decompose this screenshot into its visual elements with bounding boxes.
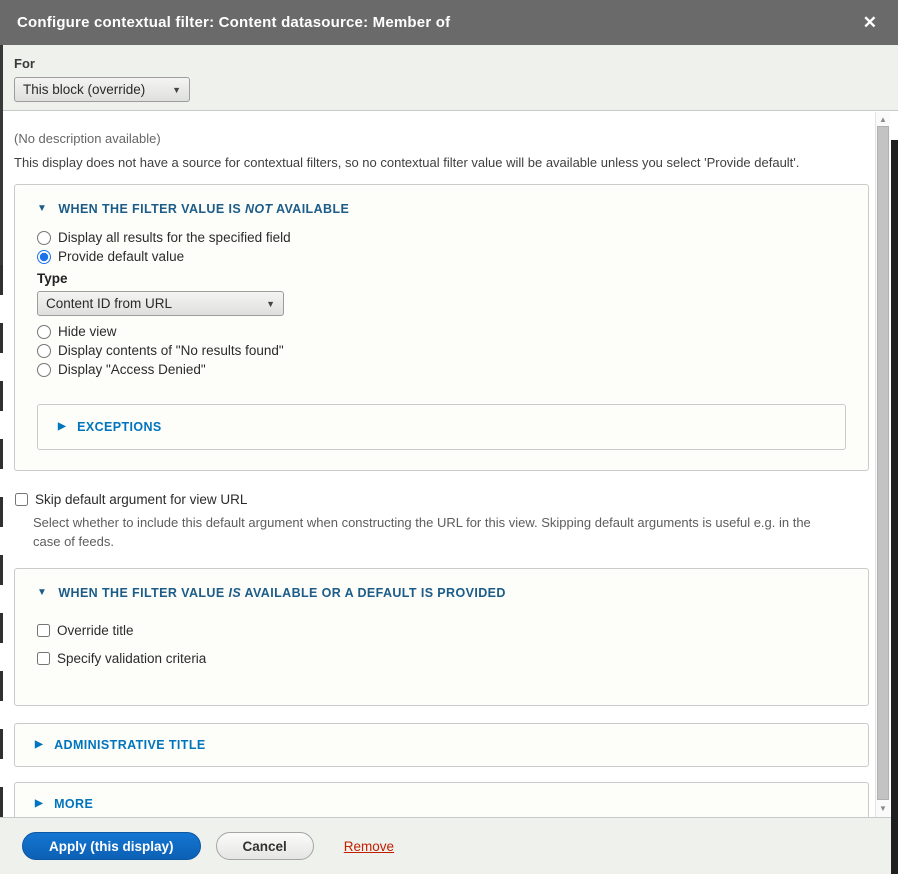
more-title-text: MORE (54, 797, 93, 811)
administrative-title-panel: ▶ ADMINISTRATIVE TITLE (14, 723, 869, 767)
radio-row-access-denied: Display "Access Denied" (37, 362, 854, 377)
filter-available-legend[interactable]: ▼ WHEN THE FILTER VALUE IS AVAILABLE OR … (29, 583, 854, 610)
radio-row-provide-default: Provide default value (37, 249, 854, 264)
no-results-label[interactable]: Display contents of "No results found" (58, 343, 284, 358)
override-title-label[interactable]: Override title (57, 623, 134, 638)
collapse-icon: ▼ (37, 588, 47, 598)
more-legend[interactable]: ▶ MORE (29, 795, 854, 813)
more-panel: ▶ MORE (14, 782, 869, 817)
filter-not-available-legend[interactable]: ▼ WHEN THE FILTER VALUE IS NOT AVAILABLE (29, 199, 854, 226)
scroll-down-icon[interactable]: ▼ (876, 802, 890, 815)
collapse-icon: ▼ (37, 204, 47, 214)
no-results-radio[interactable] (37, 344, 51, 358)
remove-link[interactable]: Remove (344, 839, 394, 854)
for-section: For This block (override) ▼ (0, 45, 898, 111)
validation-criteria-row: Specify validation criteria (37, 651, 854, 666)
override-title-row: Override title (37, 623, 854, 638)
page-behind-right-edge (891, 140, 898, 874)
radio-row-no-results: Display contents of "No results found" (37, 343, 854, 358)
radio-row-hide-view: Hide view (37, 324, 854, 339)
expand-icon: ▶ (35, 799, 43, 809)
hide-view-label[interactable]: Hide view (58, 324, 117, 339)
dialog-content: (No description available) This display … (0, 112, 875, 817)
scrollbar-thumb[interactable] (877, 126, 889, 800)
hide-view-radio[interactable] (37, 325, 51, 339)
access-denied-radio[interactable] (37, 363, 51, 377)
dialog-footer: Apply (this display) Cancel Remove (0, 817, 898, 874)
no-description-text: (No description available) (14, 131, 875, 146)
skip-default-checkbox[interactable] (15, 493, 28, 506)
select-arrow-icon: ▼ (172, 85, 181, 95)
contextual-filter-dialog: Configure contextual filter: Content dat… (0, 0, 898, 874)
provide-default-radio[interactable] (37, 250, 51, 264)
skip-default-row: Skip default argument for view URL (15, 492, 875, 507)
filter-available-panel: ▼ WHEN THE FILTER VALUE IS AVAILABLE OR … (14, 568, 869, 706)
radio-row-display-all: Display all results for the specified fi… (37, 230, 854, 245)
filter-not-available-title: WHEN THE FILTER VALUE IS NOT AVAILABLE (58, 202, 349, 216)
display-all-label[interactable]: Display all results for the specified fi… (58, 230, 291, 245)
provide-default-label[interactable]: Provide default value (58, 249, 184, 264)
for-select-value: This block (override) (23, 82, 145, 97)
cancel-button[interactable]: Cancel (216, 832, 314, 860)
type-select-value: Content ID from URL (46, 296, 172, 311)
apply-button[interactable]: Apply (this display) (22, 832, 201, 860)
page-behind-left-edge-segments (0, 265, 3, 823)
vertical-scrollbar[interactable]: ▲ ▼ (875, 112, 890, 817)
filter-available-title: WHEN THE FILTER VALUE IS AVAILABLE OR A … (58, 586, 505, 600)
validation-criteria-label[interactable]: Specify validation criteria (57, 651, 206, 666)
exceptions-legend[interactable]: ▶ EXCEPTIONS (52, 418, 831, 436)
type-select[interactable]: Content ID from URL ▼ (37, 291, 284, 316)
exceptions-title: EXCEPTIONS (77, 420, 162, 434)
scroll-up-icon[interactable]: ▲ (876, 113, 890, 126)
close-icon[interactable]: ✕ (859, 12, 881, 33)
exceptions-panel: ▶ EXCEPTIONS (37, 404, 846, 450)
type-label: Type (37, 271, 854, 286)
skip-default-label[interactable]: Skip default argument for view URL (35, 492, 247, 507)
validation-criteria-checkbox[interactable] (37, 652, 50, 665)
dialog-titlebar: Configure contextual filter: Content dat… (0, 0, 898, 45)
display-all-radio[interactable] (37, 231, 51, 245)
expand-icon: ▶ (35, 740, 43, 750)
access-denied-label[interactable]: Display "Access Denied" (58, 362, 206, 377)
override-title-checkbox[interactable] (37, 624, 50, 637)
for-select[interactable]: This block (override) ▼ (14, 77, 190, 102)
administrative-title-text: ADMINISTRATIVE TITLE (54, 738, 206, 752)
administrative-title-legend[interactable]: ▶ ADMINISTRATIVE TITLE (29, 736, 854, 754)
page-behind-left-edge (0, 45, 3, 265)
expand-icon: ▶ (58, 422, 66, 432)
skip-default-description: Select whether to include this default a… (33, 513, 835, 551)
select-arrow-icon: ▼ (266, 299, 275, 309)
for-label: For (14, 56, 884, 71)
dialog-title: Configure contextual filter: Content dat… (17, 14, 450, 31)
filter-not-available-panel: ▼ WHEN THE FILTER VALUE IS NOT AVAILABLE… (14, 184, 869, 471)
display-note-text: This display does not have a source for … (14, 155, 875, 170)
